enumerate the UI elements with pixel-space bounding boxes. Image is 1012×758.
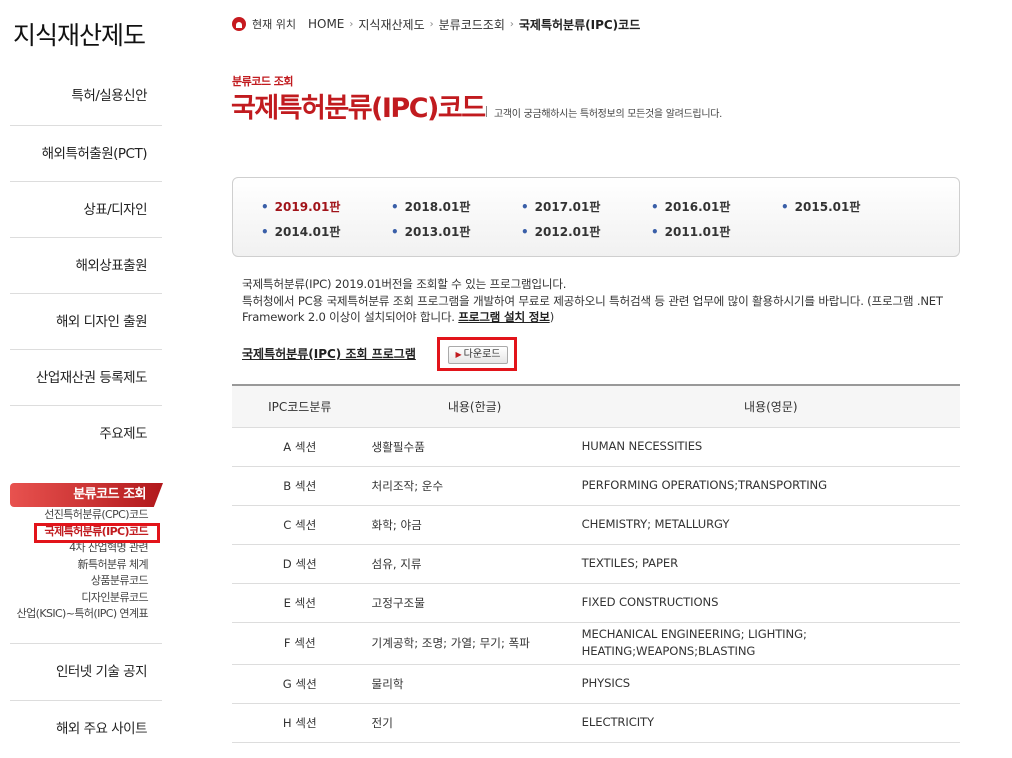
location-icon: [232, 17, 246, 31]
table-header-row: IPC코드분류 내용(한글) 내용(영문): [232, 385, 960, 427]
cell-english: TEXTILES; PAPER: [581, 556, 679, 570]
table-row: B 섹션 처리조작; 운수 PERFORMING OPERATIONS;TRAN…: [232, 466, 960, 505]
table-row: A 섹션 생활필수품 HUMAN NECESSITIES: [232, 427, 960, 466]
cell-english: FIXED CONSTRUCTIONS: [581, 595, 719, 609]
breadcrumb: 현재 위치 HOME › 지식재산제도 › 분류코드조회 › 국제특허분류(IP…: [232, 15, 640, 33]
cell-english: ELECTRICITY: [581, 715, 654, 729]
version-link-2013[interactable]: 2013.01판: [391, 223, 471, 240]
page-description: 고객이 궁금해하시는 특허정보의 모든것을 알려드립니다.: [494, 109, 722, 120]
column-header-korean: 내용(한글): [447, 399, 502, 414]
cell-english: PHYSICS: [581, 676, 630, 690]
sidebar-item-classification-active[interactable]: 분류코드 조회: [10, 483, 163, 507]
cell-english: CHEMISTRY; METALLURGY: [581, 517, 730, 531]
description-line-1: 국제특허분류(IPC) 2019.01버전을 조회할 수 있는 프로그램입니다.: [242, 277, 567, 291]
sub-item-goods-code[interactable]: 상품분류코드: [0, 573, 149, 590]
download-highlight-box: ▶ 다운로드: [437, 337, 517, 371]
sub-item-new-classification[interactable]: 新특허분류 체계: [0, 557, 149, 574]
cell-code: H 섹션: [282, 715, 317, 730]
column-header-code: IPC코드분류: [268, 399, 332, 414]
breadcrumb-ip-system[interactable]: 지식재산제도: [358, 16, 424, 33]
sidebar-menu-bottom: 인터넷 기술 공지 해외 주요 사이트: [10, 643, 162, 758]
ipc-code-table: IPC코드분류 내용(한글) 내용(영문) A 섹션 생활필수품 HUMAN N…: [232, 384, 960, 743]
title-divider: [486, 106, 487, 117]
install-info-link[interactable]: 프로그램 설치 정보: [458, 310, 550, 324]
cell-code: B 섹션: [283, 478, 317, 493]
program-download-label[interactable]: 국제특허분류(IPC) 조회 프로그램: [242, 345, 416, 362]
breadcrumb-current: 국제특허분류(IPC)코드: [518, 17, 641, 32]
sidebar-item-registration[interactable]: 산업재산권 등록제도: [10, 350, 162, 406]
cell-korean: 전기: [371, 715, 393, 730]
cell-korean: 처리조작; 운수: [371, 478, 444, 493]
cell-code: E 섹션: [283, 595, 316, 610]
cell-code: F 섹션: [283, 636, 316, 650]
version-selector: 2019.01판 2018.01판 2017.01판 2016.01판 2015…: [232, 177, 960, 257]
table-row: D 섹션 섬유, 지류 TEXTILES; PAPER: [232, 544, 960, 583]
sub-item-ksic-ipc[interactable]: 산업(KSIC)~특허(IPC) 연계표: [0, 606, 149, 623]
download-button-label: 다운로드: [463, 349, 501, 360]
cell-code: A 섹션: [283, 439, 317, 454]
sidebar-item-trademark-design[interactable]: 상표/디자인: [10, 182, 162, 238]
play-arrow-icon: ▶: [455, 350, 462, 359]
cell-korean: 화학; 야금: [371, 517, 422, 532]
chevron-right-icon: ›: [349, 18, 354, 30]
cell-english: HUMAN NECESSITIES: [581, 439, 703, 453]
cell-code: D 섹션: [282, 556, 317, 571]
cell-korean: 고정구조물: [371, 595, 425, 610]
download-button[interactable]: ▶ 다운로드: [448, 346, 508, 364]
sidebar-item-overseas-sites[interactable]: 해외 주요 사이트: [10, 701, 162, 758]
highlight-box-ipc: [34, 523, 160, 543]
description-close: ): [549, 310, 555, 324]
version-link-2012[interactable]: 2012.01판: [521, 223, 601, 240]
chevron-right-icon: ›: [429, 18, 434, 30]
version-link-2015[interactable]: 2015.01판: [781, 198, 861, 215]
cell-korean: 기계공학; 조명; 가열; 무기; 폭파: [371, 636, 530, 650]
table-row: C 섹션 화학; 야금 CHEMISTRY; METALLURGY: [232, 505, 960, 544]
site-title: 지식재산제도: [13, 21, 146, 50]
table-row: F 섹션 기계공학; 조명; 가열; 무기; 폭파 MECHANICAL ENG…: [232, 622, 960, 664]
program-description: 국제특허분류(IPC) 2019.01버전을 조회할 수 있는 프로그램입니다.…: [242, 276, 967, 326]
cell-code: C 섹션: [283, 517, 317, 532]
sidebar-item-overseas-trademark[interactable]: 해외상표출원: [10, 238, 162, 294]
sidebar-item-main-systems[interactable]: 주요제도: [10, 406, 162, 462]
breadcrumb-home[interactable]: HOME: [308, 17, 344, 31]
table-row: E 섹션 고정구조물 FIXED CONSTRUCTIONS: [232, 583, 960, 622]
page-title: 국제특허분류(IPC)코드: [231, 93, 486, 124]
table-row: G 섹션 물리학 PHYSICS: [232, 664, 960, 703]
sub-item-design-code[interactable]: 디자인분류코드: [0, 590, 148, 607]
sub-item-cpc[interactable]: 선진특허분류(CPC)코드: [0, 507, 148, 524]
cell-korean: 물리학: [371, 676, 404, 691]
version-link-2011[interactable]: 2011.01판: [651, 223, 731, 240]
version-link-2014[interactable]: 2014.01판: [261, 223, 341, 240]
version-link-2016[interactable]: 2016.01판: [651, 198, 731, 215]
sidebar-item-overseas-design[interactable]: 해외 디자인 출원: [10, 294, 162, 350]
breadcrumb-classification[interactable]: 분류코드조회: [439, 16, 505, 33]
cell-code: G 섹션: [282, 676, 317, 691]
chevron-right-icon: ›: [509, 18, 514, 30]
version-link-2018[interactable]: 2018.01판: [391, 198, 471, 215]
cell-english: MECHANICAL ENGINEERING; LIGHTING; HEATIN…: [581, 627, 807, 658]
column-header-english: 내용(영문): [744, 399, 798, 414]
breadcrumb-label: 현재 위치: [252, 18, 296, 31]
cell-korean: 섬유, 지류: [371, 556, 422, 571]
table-row: H 섹션 전기 ELECTRICITY: [232, 703, 960, 742]
description-body: 특허청에서 PC용 국제특허분류 조회 프로그램을 개발하여 무료로 제공하오니…: [242, 293, 943, 325]
sidebar-item-pct[interactable]: 해외특허출원(PCT): [10, 126, 162, 182]
version-link-2017[interactable]: 2017.01판: [521, 198, 601, 215]
cell-english: PERFORMING OPERATIONS;TRANSPORTING: [581, 478, 827, 492]
sidebar-item-patent[interactable]: 특허/실용신안: [10, 68, 162, 126]
version-link-2019[interactable]: 2019.01판: [261, 198, 341, 215]
sidebar-item-internet-tech[interactable]: 인터넷 기술 공지: [10, 644, 162, 701]
sidebar-menu: 특허/실용신안 해외특허출원(PCT) 상표/디자인 해외상표출원 해외 디자인…: [10, 68, 162, 462]
sidebar: 지식재산제도 특허/실용신안 해외특허출원(PCT) 상표/디자인 해외상표출원…: [0, 0, 163, 749]
description-line-2: 특허청에서 PC용 국제특허분류 조회 프로그램을 개발하여 무료로 제공하오니…: [242, 293, 967, 326]
cell-korean: 생활필수품: [371, 439, 425, 454]
